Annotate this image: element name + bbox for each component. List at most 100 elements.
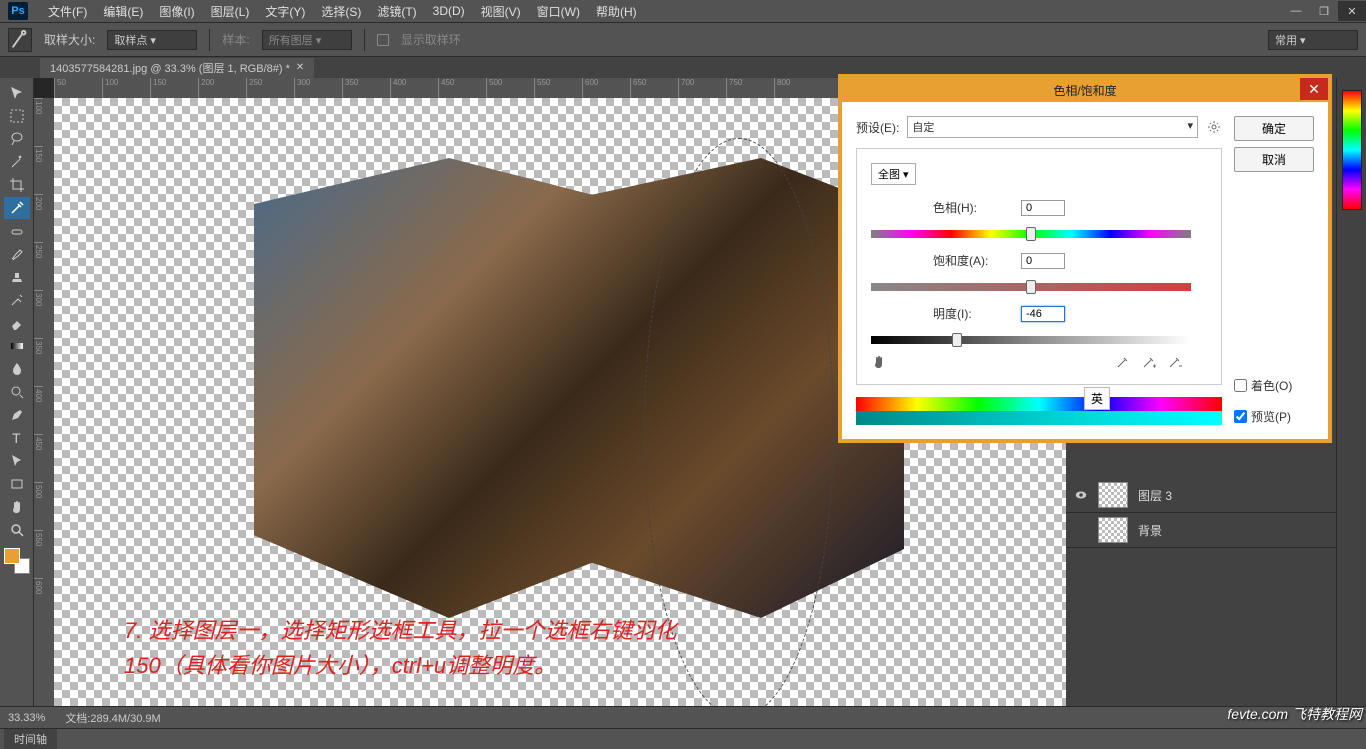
document-tab-title: 1403577584281.jpg @ 33.3% (图层 1, RGB/8#)… xyxy=(50,60,290,76)
toolbox: T xyxy=(0,78,34,706)
slider-thumb[interactable] xyxy=(1026,280,1036,294)
menu-type[interactable]: 文字(Y) xyxy=(257,3,313,20)
ruler-vertical: 100150200250300350400450500550600 xyxy=(34,98,54,706)
saturation-input[interactable] xyxy=(1021,253,1065,269)
eyedropper-tool[interactable] xyxy=(4,197,30,219)
blur-tool[interactable] xyxy=(4,358,30,380)
lasso-tool[interactable] xyxy=(4,128,30,150)
visibility-eye-icon[interactable] xyxy=(1074,488,1088,502)
tab-close-icon[interactable]: ✕ xyxy=(296,62,304,73)
window-controls: — ❐ ✕ xyxy=(1282,1,1366,21)
layer-row[interactable]: 图层 3 xyxy=(1066,478,1336,513)
colorize-label: 着色(O) xyxy=(1251,377,1292,394)
menu-file[interactable]: 文件(F) xyxy=(40,3,95,20)
foreground-color-swatch[interactable] xyxy=(4,548,20,564)
spectrum-bar-bottom xyxy=(856,411,1222,425)
gradient-tool[interactable] xyxy=(4,335,30,357)
document-info: 文档:289.4M/30.9M xyxy=(65,710,160,726)
preset-dropdown[interactable]: 自定▾ xyxy=(907,116,1198,138)
spectrum-bar-top xyxy=(856,397,1222,411)
options-bar: 取样大小: 取样点 ▾ 样本: 所有图层 ▾ 显示取样环 常用 ▾ xyxy=(0,22,1366,56)
tutorial-annotation: 7. 选择图层一，选择矩形选框工具，拉一个选框右键羽化 150（具体看你图片大小… xyxy=(124,613,676,683)
menu-window[interactable]: 窗口(W) xyxy=(529,3,588,20)
sample-size-dropdown[interactable]: 取样点 ▾ xyxy=(107,30,197,50)
pen-tool[interactable] xyxy=(4,404,30,426)
collapsed-color-panel[interactable] xyxy=(1336,78,1366,706)
menu-filter[interactable]: 滤镜(T) xyxy=(369,3,424,20)
color-swatches[interactable] xyxy=(4,548,30,574)
dialog-title: 色相/饱和度 xyxy=(1053,82,1116,99)
eyedropper-icon[interactable] xyxy=(1115,354,1131,370)
saturation-label: 饱和度(A): xyxy=(871,252,1021,269)
history-brush-tool[interactable] xyxy=(4,289,30,311)
menu-edit[interactable]: 编辑(E) xyxy=(95,3,151,20)
type-tool[interactable]: T xyxy=(4,427,30,449)
zoom-level[interactable]: 33.33% xyxy=(8,712,45,724)
color-range-dropdown[interactable]: 全图 ▾ xyxy=(871,163,916,185)
menu-view[interactable]: 视图(V) xyxy=(473,3,529,20)
magic-wand-tool[interactable] xyxy=(4,151,30,173)
eraser-tool[interactable] xyxy=(4,312,30,334)
sample-label: 样本: xyxy=(222,31,249,48)
close-window-button[interactable]: ✕ xyxy=(1338,1,1366,21)
hue-saturation-dialog: 色相/饱和度 ✕ 预设(E): 自定▾ 全图 ▾ 色相(H): 饱和度(A): xyxy=(838,74,1332,443)
maximize-button[interactable]: ❐ xyxy=(1310,1,1338,21)
hand-tool[interactable] xyxy=(4,496,30,518)
show-ring-checkbox[interactable] xyxy=(377,34,389,46)
layer-name: 背景 xyxy=(1138,522,1162,539)
document-tab[interactable]: 1403577584281.jpg @ 33.3% (图层 1, RGB/8#)… xyxy=(40,58,314,78)
lightness-input[interactable] xyxy=(1021,306,1065,322)
eyedropper-subtract-icon[interactable] xyxy=(1167,354,1183,370)
slider-thumb[interactable] xyxy=(952,333,962,347)
path-selection-tool[interactable] xyxy=(4,450,30,472)
menu-image[interactable]: 图像(I) xyxy=(151,3,202,20)
layer-thumbnail[interactable] xyxy=(1098,517,1128,543)
lightness-slider[interactable] xyxy=(871,336,1191,344)
eyedropper-add-icon[interactable] xyxy=(1141,354,1157,370)
preview-checkbox[interactable] xyxy=(1234,410,1247,423)
minimize-button[interactable]: — xyxy=(1282,1,1310,21)
workspace-dropdown[interactable]: 常用 ▾ xyxy=(1268,30,1358,50)
cancel-button[interactable]: 取消 xyxy=(1234,147,1314,172)
menu-layer[interactable]: 图层(L) xyxy=(203,3,258,20)
crop-tool[interactable] xyxy=(4,174,30,196)
ok-button[interactable]: 确定 xyxy=(1234,116,1314,141)
current-tool-icon[interactable] xyxy=(8,28,32,52)
dialog-close-button[interactable]: ✕ xyxy=(1300,78,1328,100)
menu-help[interactable]: 帮助(H) xyxy=(588,3,645,20)
hue-slider[interactable] xyxy=(871,230,1191,238)
watermark: fevte.com 飞特教程网 xyxy=(1227,704,1362,724)
ime-indicator: 英 xyxy=(1084,387,1110,410)
lightness-label: 明度(I): xyxy=(871,305,1021,322)
zoom-tool[interactable] xyxy=(4,519,30,541)
sample-size-label: 取样大小: xyxy=(44,31,95,48)
hue-label: 色相(H): xyxy=(871,199,1021,216)
sliders-group: 全图 ▾ 色相(H): 饱和度(A): 明度(I): xyxy=(856,148,1222,385)
preset-label: 预设(E): xyxy=(856,119,899,136)
show-ring-label: 显示取样环 xyxy=(401,31,461,48)
menu-select[interactable]: 选择(S) xyxy=(313,3,369,20)
statusbar: 33.33% 文档:289.4M/30.9M xyxy=(0,706,1366,728)
saturation-slider[interactable] xyxy=(871,283,1191,291)
visibility-eye-icon[interactable] xyxy=(1074,523,1088,537)
sample-dropdown[interactable]: 所有图层 ▾ xyxy=(262,30,352,50)
move-tool[interactable] xyxy=(4,82,30,104)
layer-row[interactable]: 背景 xyxy=(1066,513,1336,548)
rectangle-tool[interactable] xyxy=(4,473,30,495)
hand-scrub-icon[interactable] xyxy=(871,354,887,370)
dialog-titlebar[interactable]: 色相/饱和度 ✕ xyxy=(842,78,1328,102)
brush-tool[interactable] xyxy=(4,243,30,265)
menu-3d[interactable]: 3D(D) xyxy=(425,4,473,18)
marquee-tool[interactable] xyxy=(4,105,30,127)
clone-stamp-tool[interactable] xyxy=(4,266,30,288)
layer-thumbnail[interactable] xyxy=(1098,482,1128,508)
gear-icon[interactable] xyxy=(1206,119,1222,135)
hue-input[interactable] xyxy=(1021,200,1065,216)
slider-thumb[interactable] xyxy=(1026,227,1036,241)
colorize-checkbox[interactable] xyxy=(1234,379,1247,392)
timeline-tab[interactable]: 时间轴 xyxy=(4,729,57,749)
preview-label: 预览(P) xyxy=(1251,408,1291,425)
spot-healing-tool[interactable] xyxy=(4,220,30,242)
dodge-tool[interactable] xyxy=(4,381,30,403)
hue-strip-icon xyxy=(1342,90,1362,210)
